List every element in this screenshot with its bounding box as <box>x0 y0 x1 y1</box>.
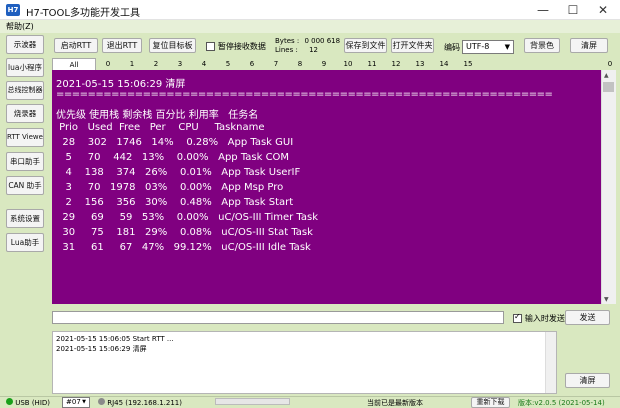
menu-help[interactable]: 帮助(Z) <box>6 21 34 32</box>
send-on-input-checkbox[interactable] <box>513 314 522 323</box>
device-value: #07 <box>66 398 81 406</box>
bytes-label: Bytes : <box>275 37 300 45</box>
sidebar-item-system-settings[interactable]: 系统设置 <box>6 209 44 228</box>
usb-status-icon <box>6 398 13 405</box>
sidebar-item-can-assistant[interactable]: CAN 助手 <box>6 176 44 195</box>
terminal-line: 3 70 1978 03% 0.00% App Msp Pro <box>56 182 284 193</box>
tab-3[interactable]: 3 <box>168 58 192 70</box>
rj45-status-icon <box>98 398 105 405</box>
usb-status: USB (HID) <box>6 398 50 407</box>
encoding-value: UTF-8 <box>466 42 490 51</box>
send-button[interactable]: 发送 <box>565 310 610 325</box>
terminal-line: 29 69 59 53% 0.00% uC/OS-III Timer Task <box>56 212 318 223</box>
app-icon: H7 <box>6 4 20 16</box>
terminal-line: 2021-05-15 15:06:29 清屏 <box>56 79 186 90</box>
version-label: 版本:v2.0.5 (2021-05-14) <box>518 399 605 407</box>
log-scrollbar[interactable] <box>545 332 556 393</box>
terminal-line: 4 138 374 26% 0.01% App Task UserIF <box>56 167 301 178</box>
tab-13[interactable]: 13 <box>408 58 432 70</box>
send-on-input-wrap[interactable]: 输入时发送 <box>513 313 565 324</box>
encoding-select[interactable]: UTF-8 ▼ <box>462 40 514 54</box>
update-status: 当前已是最新版本 <box>367 399 423 407</box>
maximize-button[interactable]: ☐ <box>558 0 588 20</box>
reset-target-button[interactable]: 复位目标板 <box>149 38 196 53</box>
tab-8[interactable]: 8 <box>288 58 312 70</box>
stop-rtt-button[interactable]: 退出RTT <box>102 38 142 53</box>
terminal-line: 28 302 1746 14% 0.28% App Task GUI <box>56 137 294 148</box>
redownload-button[interactable]: 重新下载 <box>471 397 510 408</box>
tab-scroll-indicator: 0 <box>607 60 613 68</box>
rj45-label: RJ45 (192.168.1.211) <box>107 399 182 407</box>
tab-6[interactable]: 6 <box>240 58 264 70</box>
open-folder-button[interactable]: 打开文件夹 <box>391 38 434 53</box>
progress-bar <box>215 398 290 405</box>
sidebar-item-oscilloscope[interactable]: 示波器 <box>6 35 44 54</box>
chevron-down-icon: ▼ <box>82 399 86 405</box>
sidebar-item-serial-assistant[interactable]: 串口助手 <box>6 152 44 171</box>
device-select[interactable]: #07 ▼ <box>62 397 90 408</box>
tab-1[interactable]: 1 <box>120 58 144 70</box>
tab-4[interactable]: 4 <box>192 58 216 70</box>
bytes-value: 0 000 618 <box>304 37 341 45</box>
tab-9[interactable]: 9 <box>312 58 336 70</box>
scroll-down-icon[interactable]: ▼ <box>604 296 609 303</box>
terminal-scroll-thumb[interactable] <box>603 82 614 92</box>
terminal-tabs: All Terminals 0 1 2 3 4 5 6 7 8 9 10 11 … <box>52 58 618 81</box>
terminal-line: 2 156 356 30% 0.48% App Task Start <box>56 197 294 208</box>
tab-14[interactable]: 14 <box>432 58 456 70</box>
bytes-counter: Bytes : 0 000 618 <box>275 37 340 45</box>
tab-0[interactable]: 0 <box>96 58 120 70</box>
window-title: H7-TOOL多功能开发工具 <box>26 8 140 19</box>
tab-15[interactable]: 15 <box>456 58 480 70</box>
encoding-label: 编码 <box>444 43 460 52</box>
terminal-line: 30 75 181 29% 0.08% uC/OS-III Stat Task <box>56 227 313 238</box>
pause-receive-label: 暂停接收数据 <box>217 42 266 51</box>
send-on-input-label: 输入时发送 <box>524 314 565 323</box>
chevron-down-icon: ▼ <box>504 43 510 51</box>
lines-counter: Lines : 12 <box>275 46 318 54</box>
background-color-button[interactable]: 背景色 <box>524 38 560 53</box>
scroll-up-icon[interactable]: ▲ <box>604 72 609 79</box>
terminal-separator: ========================================… <box>56 89 553 100</box>
clear-log-button[interactable]: 清屏 <box>565 373 610 388</box>
tab-2[interactable]: 2 <box>144 58 168 70</box>
sidebar-item-lua-program[interactable]: lua小程序 <box>6 58 44 77</box>
send-input[interactable] <box>52 311 504 324</box>
pause-receive-checkbox[interactable] <box>206 42 215 51</box>
sidebar-item-rtt-viewer[interactable]: RTT Viewer <box>6 128 44 147</box>
log-line: 2021-05-15 15:06:29 清屏 <box>56 345 147 353</box>
usb-label: USB (HID) <box>15 399 51 407</box>
pause-receive-checkbox-wrap[interactable]: 暂停接收数据 <box>206 41 266 52</box>
tab-7[interactable]: 7 <box>264 58 288 70</box>
sidebar-item-bus-controller[interactable]: 总线控制器 <box>6 81 44 100</box>
sidebar-item-programmer[interactable]: 烧录器 <box>6 104 44 123</box>
terminal-line: 5 70 442 13% 0.00% App Task COM <box>56 152 290 163</box>
clear-screen-button[interactable]: 清屏 <box>570 38 608 53</box>
sidebar-item-lua-assistant[interactable]: Lua助手 <box>6 233 44 252</box>
terminal-output[interactable]: 2021-05-15 15:06:29 清屏 =================… <box>52 70 601 304</box>
close-button[interactable]: ✕ <box>588 0 618 20</box>
tab-5[interactable]: 5 <box>216 58 240 70</box>
rj45-status: RJ45 (192.168.1.211) <box>98 398 182 407</box>
terminal-line: 优先级 使用栈 剩余栈 百分比 利用率 任务名 <box>56 110 259 121</box>
save-to-file-button[interactable]: 保存到文件 <box>344 38 387 53</box>
lines-value: 12 <box>309 46 318 54</box>
log-line: 2021-05-15 15:06:05 Start RTT ... <box>56 335 174 343</box>
menu-bar: 帮助(Z) <box>0 20 620 33</box>
tab-all-terminals[interactable]: All Terminals <box>52 58 96 81</box>
log-output[interactable]: 2021-05-15 15:06:05 Start RTT ... 2021-0… <box>52 331 557 394</box>
lines-label: Lines : <box>275 46 298 54</box>
terminal-scrollbar[interactable] <box>601 70 616 304</box>
tab-12[interactable]: 12 <box>384 58 408 70</box>
tab-10[interactable]: 10 <box>336 58 360 70</box>
start-rtt-button[interactable]: 启动RTT <box>54 38 98 53</box>
terminal-line: 31 61 67 47% 99.12% uC/OS-III Idle Task <box>56 242 311 253</box>
terminal-line: Prio Used Free Per CPU Taskname <box>56 122 265 133</box>
tab-11[interactable]: 11 <box>360 58 384 70</box>
minimize-button[interactable]: — <box>528 0 558 20</box>
